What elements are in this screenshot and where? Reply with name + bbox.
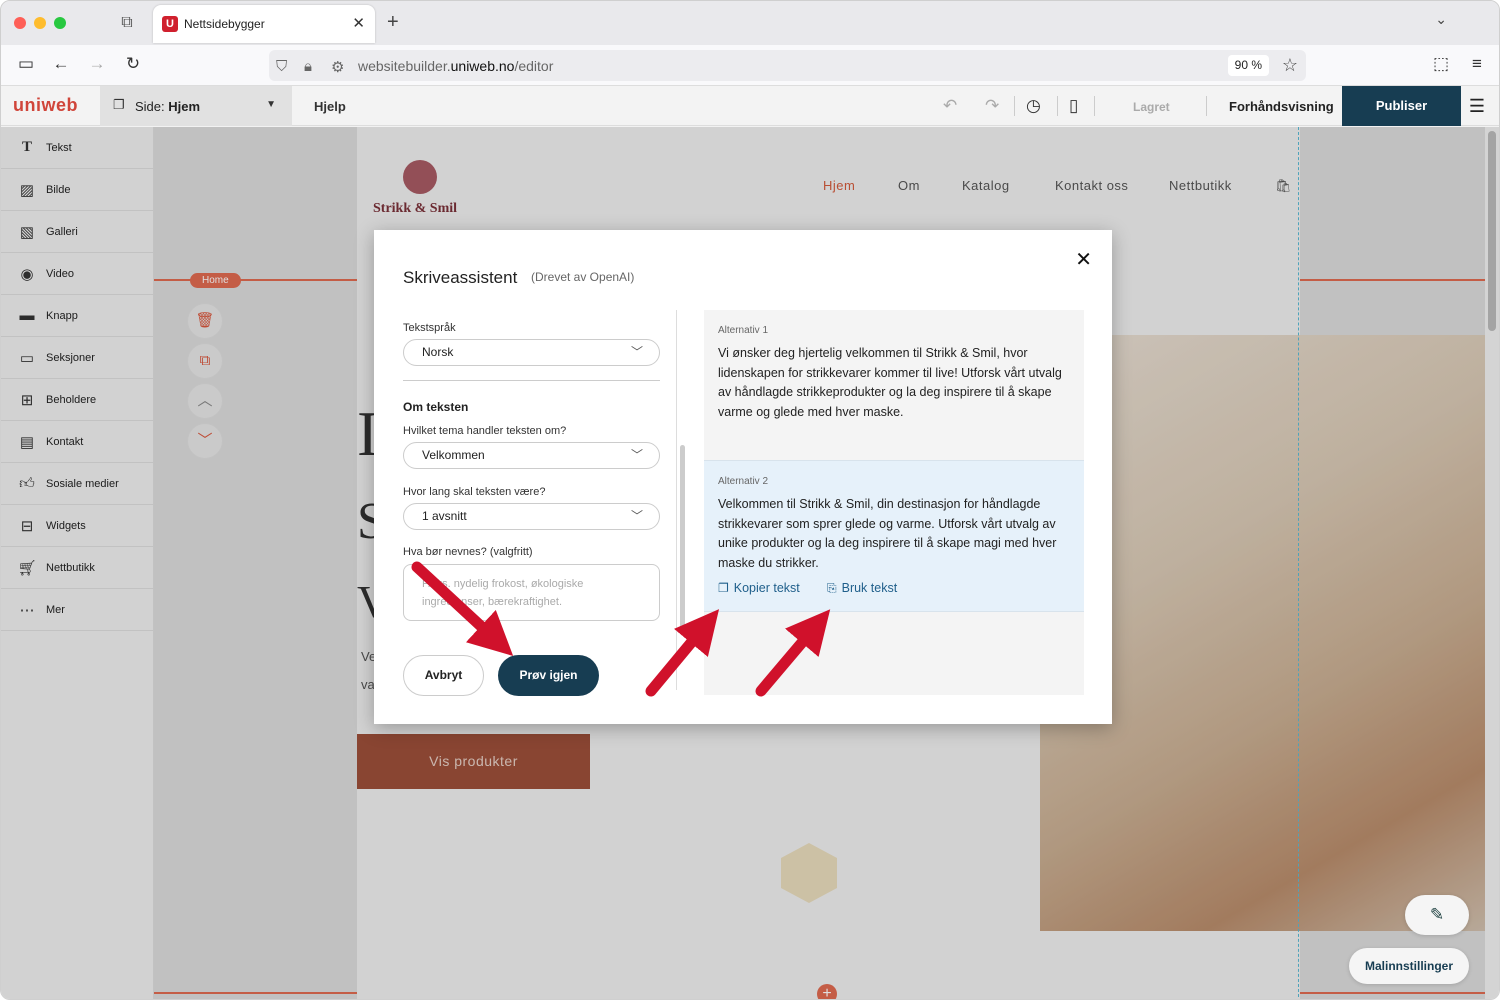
close-tab-icon[interactable]: ✕ <box>352 14 365 32</box>
mention-label: Hva bør nevnes? (valgfritt) <box>403 546 533 558</box>
divider <box>1057 96 1058 116</box>
length-label: Hvor lang skal teksten være? <box>403 486 546 498</box>
mention-textarea[interactable]: F.eks. nydelig frokost, økologiske ingre… <box>403 564 660 621</box>
redo-icon[interactable]: ↷ <box>985 96 999 116</box>
minimize-window-button[interactable] <box>34 17 46 29</box>
undo-icon[interactable]: ↶ <box>943 96 957 116</box>
copy-icon: ❐ <box>718 581 729 595</box>
cancel-button[interactable]: Avbryt <box>403 655 484 696</box>
caret-down-icon: ▼ <box>266 99 276 110</box>
dialog-subtitle: (Drevet av OpenAI) <box>531 270 635 284</box>
zoom-window-button[interactable] <box>54 17 66 29</box>
language-select[interactable]: Norsk ﹀ <box>403 339 660 366</box>
help-link[interactable]: Hjelp <box>314 99 346 114</box>
results-panel: Alternativ 1 Vi ønsker deg hjertelig vel… <box>704 310 1084 695</box>
retry-button[interactable]: Prøv igjen <box>498 655 599 696</box>
use-text-button[interactable]: ⎘ Bruk tekst <box>827 581 897 596</box>
zoom-level[interactable]: 90 % <box>1227 55 1269 76</box>
style-settings-button[interactable]: ✎ <box>1405 895 1469 935</box>
insert-icon: ⎘ <box>827 581 837 595</box>
back-icon[interactable]: ← <box>50 54 72 74</box>
copy-text-button[interactable]: ❐ Kopier tekst <box>718 581 800 595</box>
pages-icon: ❐ <box>113 97 125 112</box>
divider <box>1206 96 1207 116</box>
chevron-down-icon: ﹀ <box>630 345 643 359</box>
divider <box>1094 96 1095 116</box>
writing-assistant-dialog: Skriveassistent (Drevet av OpenAI) ✕ Tek… <box>374 230 1112 724</box>
publish-button[interactable]: Publiser <box>1342 86 1461 126</box>
app-menu-icon[interactable]: ≡ <box>1466 54 1488 74</box>
address-bar[interactable]: ⛉ 🔒︎ ⚙ websitebuilder.uniweb.no/editor 9… <box>269 50 1306 81</box>
url-text: websitebuilder.uniweb.no/editor <box>358 58 554 74</box>
chevron-down-icon: ﹀ <box>630 509 643 523</box>
divider <box>1014 96 1015 116</box>
permissions-icon[interactable]: ⚙ <box>331 58 344 76</box>
alternative-card[interactable]: Alternativ 1 Vi ønsker deg hjertelig vel… <box>704 310 1084 460</box>
browser-window: ⧉ U Nettsidebygger ✕ + ⌄ ▭ ← → ↻ ⛉ 🔒︎ ⚙ … <box>0 0 1500 1000</box>
close-icon[interactable]: ✕ <box>1075 247 1092 272</box>
browser-tab[interactable]: U Nettsidebygger ✕ <box>153 5 375 43</box>
language-label: Tekstspråk <box>403 322 456 334</box>
alternative-text: Velkommen til Strikk & Smil, din destina… <box>718 497 1057 570</box>
reload-icon[interactable]: ↻ <box>122 54 144 74</box>
palette-icon: ✎ <box>1429 905 1445 924</box>
editor-header: uniweb ❐ Side: Hjem ▼ Hjelp ↶ ↷ ◷ ▯ Lagr… <box>1 86 1499 126</box>
mobile-preview-icon[interactable]: ▯ <box>1069 96 1078 116</box>
favicon-icon: U <box>162 16 178 32</box>
extensions-icon[interactable]: ⬚ <box>1430 54 1452 74</box>
shield-icon[interactable]: ⛉ <box>276 58 287 75</box>
scrollbar-thumb[interactable] <box>680 445 685 630</box>
alternative-label: Alternativ 2 <box>718 476 769 487</box>
template-settings-button[interactable]: Malinnstillinger <box>1349 948 1469 984</box>
chevron-down-icon[interactable]: ⌄ <box>1435 11 1447 28</box>
new-tab-icon[interactable]: + <box>387 11 399 34</box>
browser-toolbar: ▭ ← → ↻ ⛉ 🔒︎ ⚙ websitebuilder.uniweb.no/… <box>1 45 1499 86</box>
theme-select[interactable]: Velkommen ﹀ <box>403 442 660 469</box>
dialog-title: Skriveassistent <box>403 268 518 287</box>
length-select[interactable]: 1 avsnitt ﹀ <box>403 503 660 530</box>
divider <box>403 380 660 381</box>
bookmark-star-icon[interactable]: ☆ <box>1282 55 1298 76</box>
section-heading: Om teksten <box>403 400 469 414</box>
forward-icon[interactable]: → <box>86 54 108 74</box>
page-selector[interactable]: ❐ Side: Hjem ▼ <box>100 86 292 126</box>
sidebar-toggle-icon[interactable]: ▭ <box>15 54 37 74</box>
tab-bar: ⧉ U Nettsidebygger ✕ + ⌄ <box>1 1 1499 45</box>
tab-overview-icon[interactable]: ⧉ <box>117 13 137 33</box>
alternative-text: Vi ønsker deg hjertelig velkommen til St… <box>718 346 1062 419</box>
save-status: Lagret <box>1133 100 1170 114</box>
chevron-down-icon: ﹀ <box>630 448 643 462</box>
form-scrollbar[interactable] <box>676 310 686 690</box>
hamburger-menu-icon[interactable]: ☰ <box>1469 96 1485 117</box>
uniweb-logo: uniweb <box>13 95 78 115</box>
preview-button[interactable]: Forhåndsvisning <box>1229 99 1334 114</box>
history-icon[interactable]: ◷ <box>1026 96 1041 116</box>
alternative-label: Alternativ 1 <box>718 325 769 336</box>
close-window-button[interactable] <box>14 17 26 29</box>
theme-label: Hvilket tema handler teksten om? <box>403 425 567 437</box>
page-selector-label: Side: Hjem <box>135 99 201 114</box>
lock-icon[interactable]: 🔒︎ <box>304 58 312 75</box>
tab-title: Nettsidebygger <box>184 17 265 31</box>
alternative-card[interactable]: Alternativ 2 Velkommen til Strikk & Smil… <box>704 460 1084 612</box>
